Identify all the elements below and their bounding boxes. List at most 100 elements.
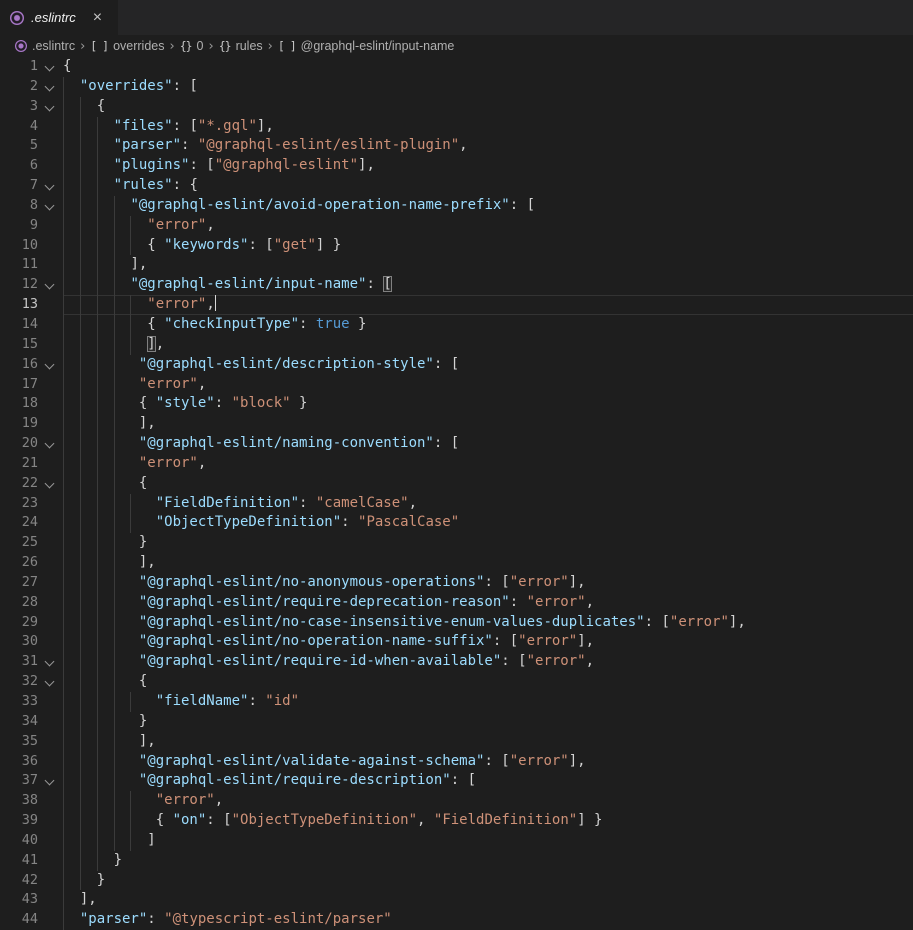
code-row[interactable]: "@graphql-eslint/require-id-when-availab…	[63, 652, 913, 672]
code-line-43[interactable]: 43 ],	[0, 890, 913, 910]
chevron-down-icon[interactable]	[45, 181, 55, 191]
code-line-27[interactable]: 27 "@graphql-eslint/no-anonymous-operati…	[0, 573, 913, 593]
line-number[interactable]: 37	[0, 771, 38, 791]
breadcrumb-item-0[interactable]: {}0	[180, 39, 204, 53]
code-row[interactable]: "@graphql-eslint/require-deprecation-rea…	[63, 593, 913, 613]
code-line-25[interactable]: 25 }	[0, 533, 913, 553]
code-row[interactable]: "@graphql-eslint/input-name": [	[63, 275, 913, 295]
chevron-down-icon[interactable]	[45, 478, 55, 488]
breadcrumb-item-overrides[interactable]: [ ]overrides	[90, 39, 164, 53]
code-row[interactable]: ],	[63, 414, 913, 434]
code-row[interactable]: "fieldName": "id"	[63, 692, 913, 712]
line-number[interactable]: 18	[0, 394, 38, 414]
code-line-40[interactable]: 40 ]	[0, 831, 913, 851]
code-row[interactable]: ],	[63, 553, 913, 573]
code-row[interactable]: "@graphql-eslint/description-style": [	[63, 355, 913, 375]
code-row[interactable]: { "on": ["ObjectTypeDefinition", "FieldD…	[63, 811, 913, 831]
line-number[interactable]: 27	[0, 573, 38, 593]
code-line-21[interactable]: 21 "error",	[0, 454, 913, 474]
code-row[interactable]: "overrides": [	[63, 77, 913, 97]
code-line-13[interactable]: 13 "error",	[0, 295, 913, 315]
code-line-41[interactable]: 41 }	[0, 851, 913, 871]
breadcrumb-item--graphql-eslint-input-name[interactable]: [ ]@graphql-eslint/input-name	[278, 39, 455, 53]
code-row[interactable]: ],	[63, 255, 913, 275]
code-line-38[interactable]: 38 "error",	[0, 791, 913, 811]
line-number[interactable]: 23	[0, 494, 38, 514]
line-number[interactable]: 6	[0, 156, 38, 176]
chevron-down-icon[interactable]	[45, 62, 55, 72]
code-line-34[interactable]: 34 }	[0, 712, 913, 732]
line-number[interactable]: 10	[0, 236, 38, 256]
code-row[interactable]: "error",	[63, 454, 913, 474]
code-line-20[interactable]: 20 "@graphql-eslint/naming-convention": …	[0, 434, 913, 454]
code-row[interactable]: }	[63, 851, 913, 871]
code-line-7[interactable]: 7 "rules": {	[0, 176, 913, 196]
code-row[interactable]: { "checkInputType": true }	[63, 315, 913, 335]
line-number[interactable]: 40	[0, 831, 38, 851]
code-row[interactable]: "@graphql-eslint/validate-against-schema…	[63, 752, 913, 772]
line-number[interactable]: 12	[0, 275, 38, 295]
code-line-10[interactable]: 10 { "keywords": ["get"] }	[0, 236, 913, 256]
chevron-down-icon[interactable]	[45, 657, 55, 667]
line-number[interactable]: 7	[0, 176, 38, 196]
code-row[interactable]: { "keywords": ["get"] }	[63, 236, 913, 256]
line-number[interactable]: 14	[0, 315, 38, 335]
chevron-down-icon[interactable]	[45, 439, 55, 449]
code-row[interactable]: "error",	[63, 791, 913, 811]
code-row[interactable]: {	[63, 474, 913, 494]
line-number[interactable]: 39	[0, 811, 38, 831]
code-line-31[interactable]: 31 "@graphql-eslint/require-id-when-avai…	[0, 652, 913, 672]
code-row[interactable]: "parser": "@graphql-eslint/eslint-plugin…	[63, 136, 913, 156]
code-row[interactable]: "plugins": ["@graphql-eslint"],	[63, 156, 913, 176]
code-row[interactable]: "error",	[63, 295, 913, 315]
code-row[interactable]: "@graphql-eslint/naming-convention": [	[63, 434, 913, 454]
line-number[interactable]: 21	[0, 454, 38, 474]
line-number[interactable]: 1	[0, 57, 38, 77]
code-row[interactable]: "error",	[63, 375, 913, 395]
line-number[interactable]: 28	[0, 593, 38, 613]
code-row[interactable]: }	[63, 533, 913, 553]
line-number[interactable]: 15	[0, 335, 38, 355]
code-line-6[interactable]: 6 "plugins": ["@graphql-eslint"],	[0, 156, 913, 176]
line-number[interactable]: 41	[0, 851, 38, 871]
line-number[interactable]: 22	[0, 474, 38, 494]
code-line-24[interactable]: 24 "ObjectTypeDefinition": "PascalCase"	[0, 513, 913, 533]
code-editor[interactable]: 1{2 "overrides": [3 {4 "files": ["*.gql"…	[0, 57, 913, 930]
code-row[interactable]: "ObjectTypeDefinition": "PascalCase"	[63, 513, 913, 533]
code-line-22[interactable]: 22 {	[0, 474, 913, 494]
code-row[interactable]: ],	[63, 890, 913, 910]
line-number[interactable]: 42	[0, 871, 38, 891]
line-number[interactable]: 32	[0, 672, 38, 692]
code-line-17[interactable]: 17 "error",	[0, 375, 913, 395]
code-line-26[interactable]: 26 ],	[0, 553, 913, 573]
code-row[interactable]: ],	[63, 732, 913, 752]
code-line-44[interactable]: 44 "parser": "@typescript-eslint/parser"	[0, 910, 913, 930]
code-line-1[interactable]: 1{	[0, 57, 913, 77]
code-row[interactable]: }	[63, 871, 913, 891]
code-line-3[interactable]: 3 {	[0, 97, 913, 117]
line-number[interactable]: 8	[0, 196, 38, 216]
code-row[interactable]: ],	[63, 335, 913, 355]
chevron-down-icon[interactable]	[45, 677, 55, 687]
code-row[interactable]: "files": ["*.gql"],	[63, 117, 913, 137]
code-row[interactable]: {	[63, 57, 913, 77]
line-number[interactable]: 5	[0, 136, 38, 156]
code-line-19[interactable]: 19 ],	[0, 414, 913, 434]
breadcrumb-item--eslintrc[interactable]: .eslintrc	[15, 39, 75, 53]
code-line-15[interactable]: 15 ],	[0, 335, 913, 355]
code-line-29[interactable]: 29 "@graphql-eslint/no-case-insensitive-…	[0, 613, 913, 633]
chevron-down-icon[interactable]	[45, 359, 55, 369]
code-line-4[interactable]: 4 "files": ["*.gql"],	[0, 117, 913, 137]
code-line-28[interactable]: 28 "@graphql-eslint/require-deprecation-…	[0, 593, 913, 613]
line-number[interactable]: 24	[0, 513, 38, 533]
code-row[interactable]: "rules": {	[63, 176, 913, 196]
code-line-11[interactable]: 11 ],	[0, 255, 913, 275]
code-row[interactable]: ]	[63, 831, 913, 851]
line-number[interactable]: 11	[0, 255, 38, 275]
code-line-18[interactable]: 18 { "style": "block" }	[0, 394, 913, 414]
line-number[interactable]: 34	[0, 712, 38, 732]
code-line-35[interactable]: 35 ],	[0, 732, 913, 752]
line-number[interactable]: 26	[0, 553, 38, 573]
line-number[interactable]: 33	[0, 692, 38, 712]
code-row[interactable]: "error",	[63, 216, 913, 236]
